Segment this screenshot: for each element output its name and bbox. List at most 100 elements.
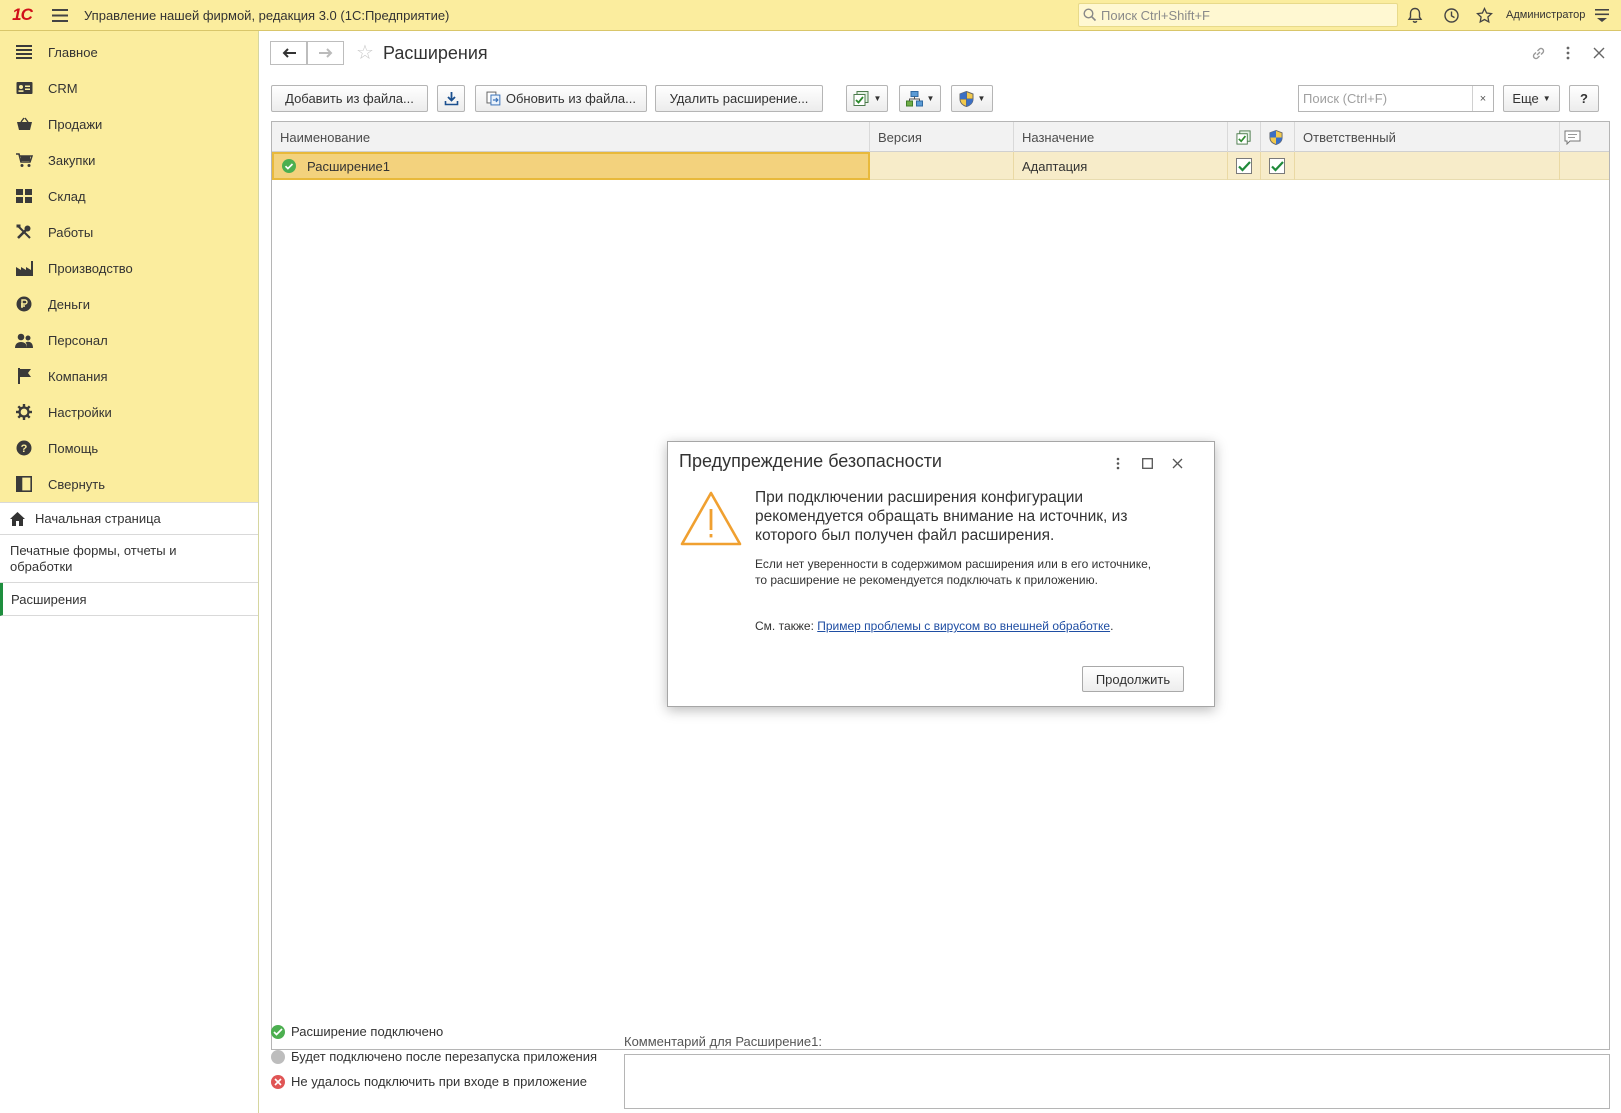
main-menu-icon[interactable]: [44, 0, 76, 31]
checkmark-icon: [1270, 160, 1284, 172]
section-label: Свернуть: [48, 476, 106, 492]
cell-responsible[interactable]: [1295, 152, 1560, 180]
cell-active[interactable]: [1228, 152, 1261, 180]
section-crm[interactable]: CRM: [0, 70, 258, 106]
virus-example-link[interactable]: Пример проблемы с вирусом во внешней обр…: [817, 619, 1110, 633]
favorite-star-icon[interactable]: ☆: [356, 41, 374, 65]
section-production[interactable]: Производство: [0, 250, 258, 286]
cell-version[interactable]: [870, 152, 1014, 180]
column-header-active[interactable]: [1228, 122, 1261, 152]
dialog-main-text: При подключении расширения конфигурации …: [755, 489, 1128, 544]
chevron-down-icon: ▼: [1542, 94, 1551, 103]
section-sales[interactable]: Продажи: [0, 106, 258, 142]
chevron-down-icon: ▼: [926, 94, 935, 103]
flag-icon: [14, 367, 34, 385]
add-from-file-button[interactable]: Добавить из файла...: [271, 85, 428, 112]
back-button[interactable]: [270, 41, 307, 65]
update-from-file-button[interactable]: Обновить из файла...: [475, 85, 647, 112]
top-bar: 1С Управление нашей фирмой, редакция 3.0…: [0, 0, 1621, 31]
column-header-comment[interactable]: [1560, 122, 1609, 152]
section-company[interactable]: Компания: [0, 358, 258, 394]
clear-search-button[interactable]: ×: [1472, 86, 1493, 111]
nav-extensions[interactable]: Расширения: [0, 583, 258, 616]
table-row[interactable]: Расширение1 Адаптация: [272, 152, 1609, 180]
list-search-input[interactable]: Поиск (Ctrl+F): [1298, 85, 1494, 112]
section-collapse[interactable]: Свернуть: [0, 466, 258, 502]
global-search-input[interactable]: Поиск Ctrl+Shift+F: [1078, 3, 1398, 27]
menu-lines-icon: [14, 43, 34, 61]
help-button[interactable]: ?: [1569, 85, 1599, 112]
share-settings-dropdown[interactable]: ▼: [899, 85, 941, 112]
active-filter-dropdown[interactable]: ▼: [846, 85, 888, 112]
chevron-down-icon: ▼: [873, 94, 882, 103]
comment-field[interactable]: [624, 1054, 1610, 1109]
legend-failed: Не удалось подключить при входе в прилож…: [271, 1074, 651, 1089]
more-vertical-icon[interactable]: [1107, 452, 1129, 474]
cell-safe-mode[interactable]: [1261, 152, 1295, 180]
section-label: Закупки: [48, 152, 96, 168]
cell-comment[interactable]: [1560, 152, 1609, 180]
column-header-purpose[interactable]: Назначение: [1014, 122, 1228, 152]
comment-label: Комментарий для Расширение1:: [624, 1034, 822, 1049]
safe-mode-dropdown[interactable]: ▼: [951, 85, 993, 112]
legend-label: Будет подключено после перезапуска прило…: [291, 1049, 598, 1064]
nav-home[interactable]: Начальная страница: [0, 502, 258, 535]
dialog-title: Предупреждение безопасности: [679, 451, 942, 471]
section-label: CRM: [48, 80, 78, 96]
more-actions-button[interactable]: Еще ▼: [1503, 85, 1560, 112]
connected-status-icon: [282, 159, 296, 173]
continue-button[interactable]: Продолжить: [1082, 666, 1184, 692]
settings-menu-icon[interactable]: [1590, 4, 1614, 26]
chevron-down-icon: ▼: [977, 94, 986, 103]
section-money[interactable]: Деньги: [0, 286, 258, 322]
section-warehouse[interactable]: Склад: [0, 178, 258, 214]
delete-extension-button[interactable]: Удалить расширение...: [655, 85, 823, 112]
see-also-suffix: .: [1110, 619, 1114, 633]
basket-icon: [14, 115, 34, 133]
favorites-star-icon[interactable]: [1472, 4, 1496, 26]
column-header-safe-mode[interactable]: [1261, 122, 1295, 152]
save-to-file-button[interactable]: [437, 85, 465, 112]
help-icon: ?: [14, 439, 34, 457]
cell-name[interactable]: Расширение1: [272, 152, 870, 180]
arrow-left-icon: [282, 48, 296, 58]
close-icon[interactable]: [1166, 452, 1188, 474]
section-label: Помощь: [48, 440, 99, 456]
safe-mode-checkbox[interactable]: [1269, 158, 1285, 174]
section-label: Настройки: [48, 404, 112, 420]
section-help[interactable]: ? Помощь: [0, 430, 258, 466]
section-label: Работы: [48, 224, 94, 240]
user-name[interactable]: Администратор: [1506, 9, 1585, 21]
network-icon: [905, 90, 923, 106]
forward-button[interactable]: [307, 41, 344, 65]
close-form-icon[interactable]: [1588, 42, 1610, 64]
section-purchases[interactable]: Закупки: [0, 142, 258, 178]
section-label: Производство: [48, 260, 133, 276]
nav-print-forms[interactable]: Печатные формы, отчеты и обработки: [0, 535, 258, 583]
maximize-icon[interactable]: [1136, 452, 1158, 474]
section-label: Персонал: [48, 332, 108, 348]
column-header-responsible[interactable]: Ответственный: [1295, 122, 1560, 152]
bell-icon[interactable]: [1403, 4, 1427, 26]
cell-purpose[interactable]: Адаптация: [1014, 152, 1228, 180]
legend-connected: Расширение подключено: [271, 1024, 651, 1039]
app-logo[interactable]: 1С: [0, 0, 44, 31]
history-icon[interactable]: [1439, 4, 1463, 26]
column-header-version[interactable]: Версия: [870, 122, 1014, 152]
section-main[interactable]: Главное: [0, 34, 258, 70]
global-search-placeholder: Поиск Ctrl+Shift+F: [1101, 7, 1210, 23]
link-icon[interactable]: [1527, 42, 1549, 64]
section-settings[interactable]: Настройки: [0, 394, 258, 430]
section-personnel[interactable]: Персонал: [0, 322, 258, 358]
more-vertical-icon[interactable]: [1557, 42, 1579, 64]
failed-status-icon: [271, 1074, 285, 1089]
section-panel: Главное CRM Продажи Закупки Склад Работы…: [0, 31, 258, 502]
nav-extensions-label: Расширения: [11, 591, 87, 607]
section-label: Продажи: [48, 116, 103, 132]
active-checkbox[interactable]: [1236, 158, 1252, 174]
update-from-file-label: Обновить из файла...: [505, 91, 636, 106]
section-works[interactable]: Работы: [0, 214, 258, 250]
column-header-name[interactable]: Наименование: [272, 122, 870, 152]
legend-pending: Будет подключено после перезапуска прило…: [271, 1049, 651, 1064]
checkmark-icon: [1237, 160, 1251, 172]
